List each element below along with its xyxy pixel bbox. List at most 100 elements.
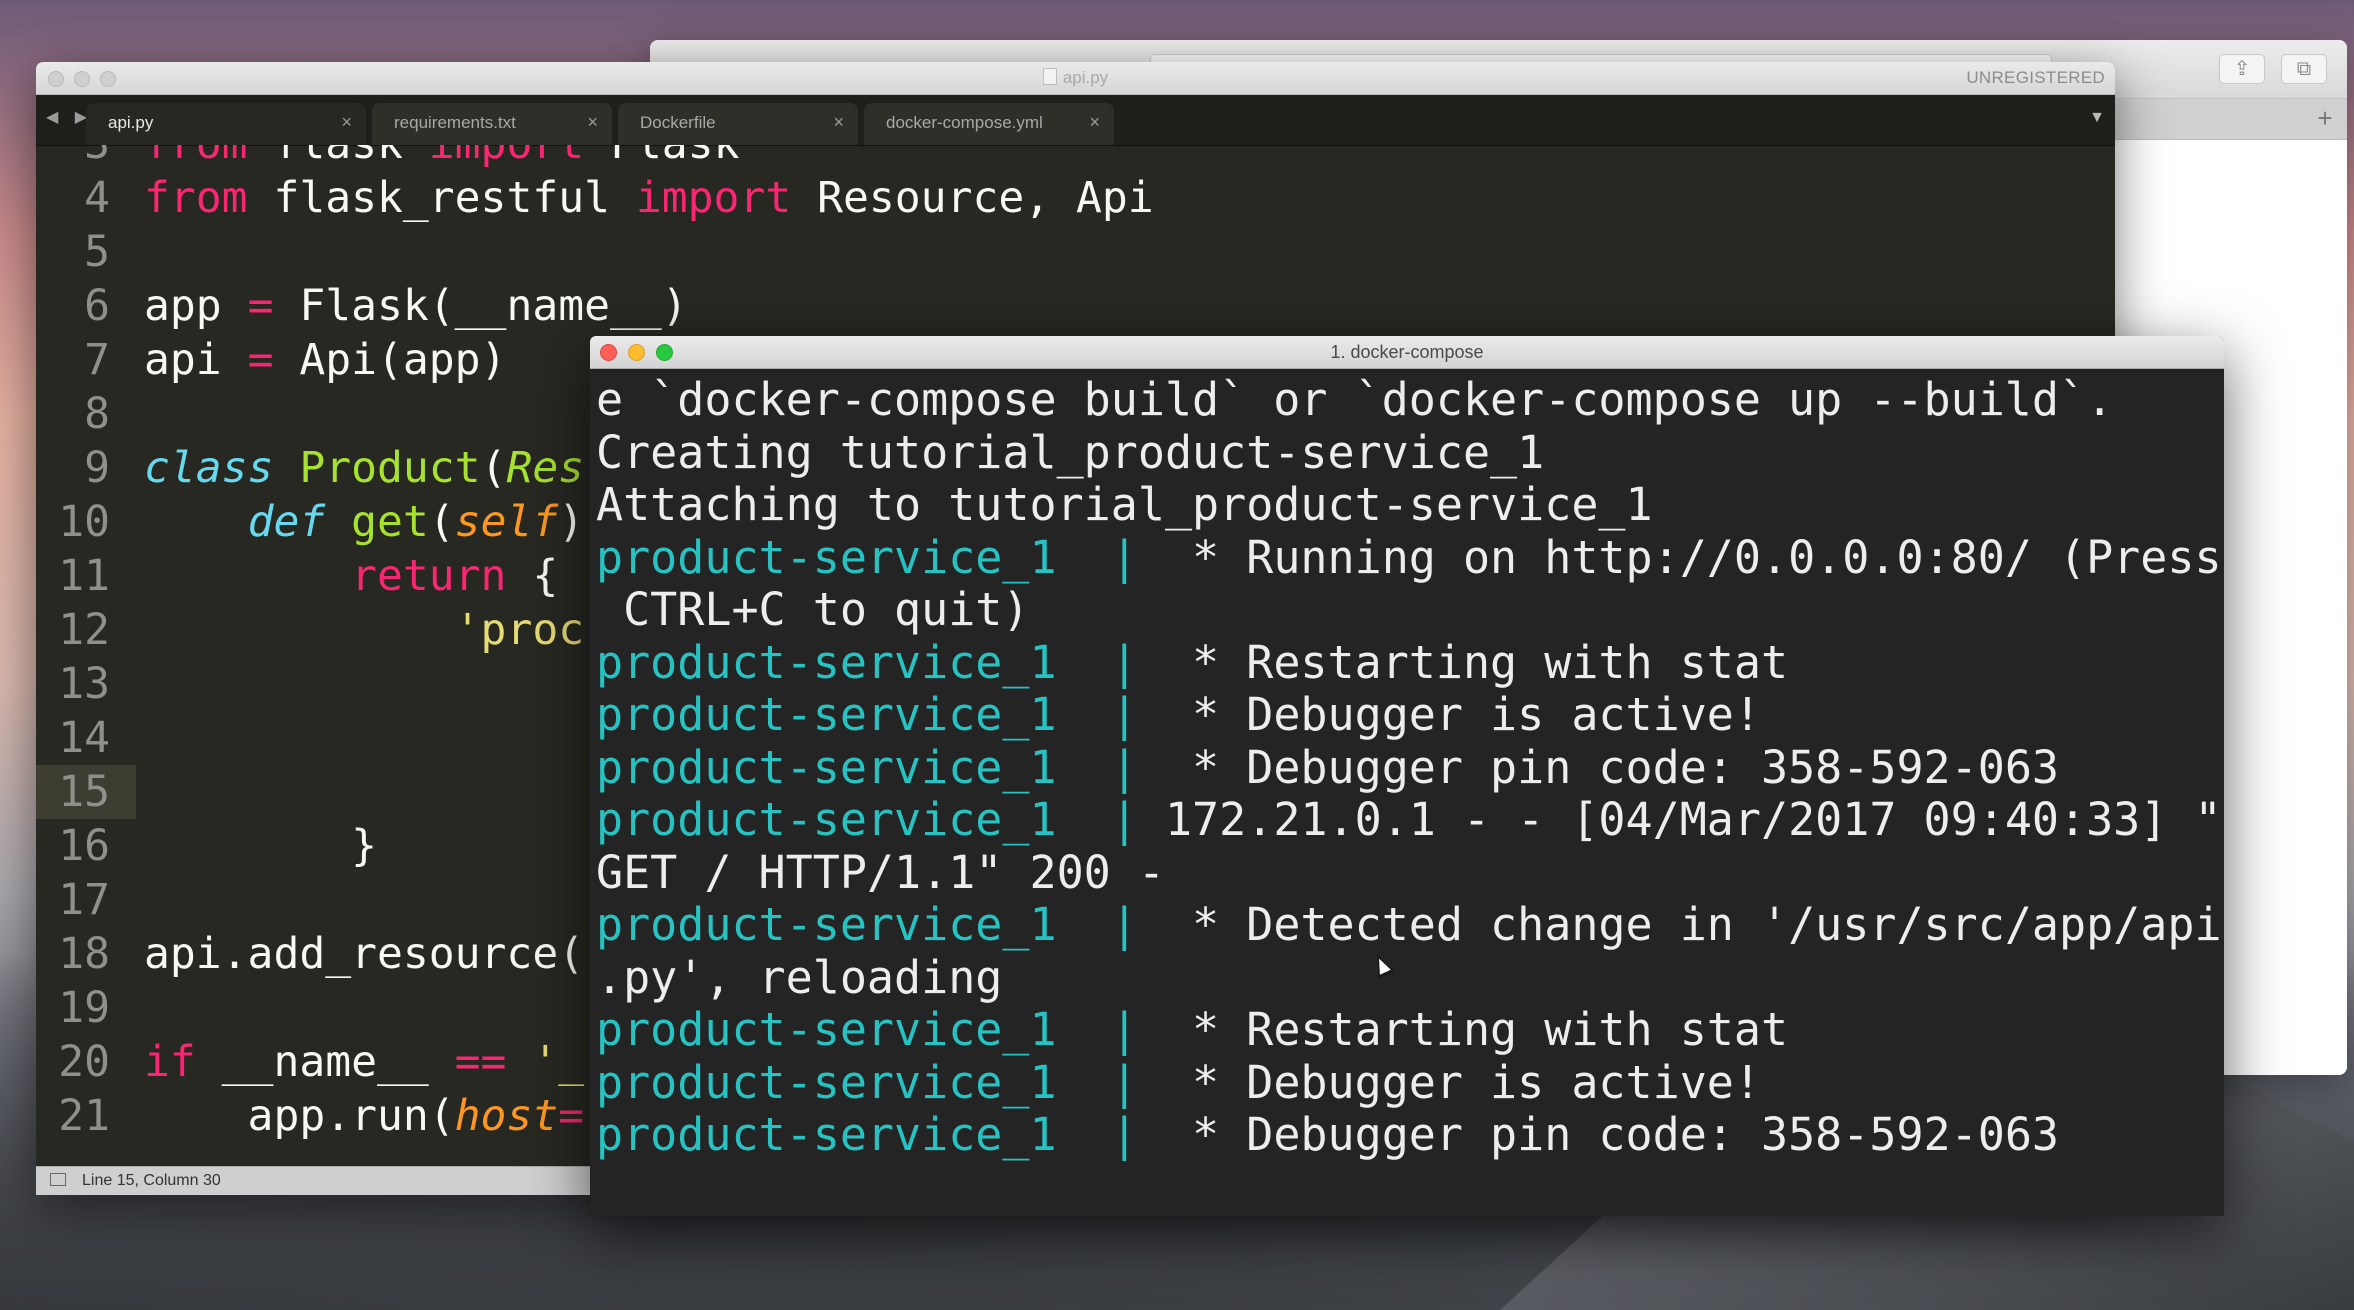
unregistered-badge: UNREGISTERED	[1966, 68, 2105, 87]
code-token: api.add_resource(	[144, 929, 585, 979]
code-token: Resource, Api	[791, 173, 1154, 223]
tab-docker-compose-yml[interactable]: docker-compose.yml ×	[864, 103, 1114, 145]
service-name: product-service_1	[596, 740, 1057, 794]
tab-api-py[interactable]: api.py ×	[86, 103, 366, 145]
tab-close-icon[interactable]: ×	[833, 112, 844, 133]
separator: |	[1056, 1108, 1193, 1161]
log-text: * Debugger pin code: 358-592-063	[1192, 1108, 2059, 1161]
terminal-line: product-service_1 | * Running on http://…	[596, 530, 2222, 584]
code-token: =	[558, 1091, 585, 1141]
tab-menu-chevron-icon[interactable]: ▼	[2089, 109, 2105, 127]
share-icon[interactable]: ⇪	[2219, 54, 2265, 84]
terminal-line: CTRL+C to quit)	[596, 584, 1029, 636]
document-icon	[1042, 68, 1057, 85]
log-text: CTRL+C to quit)	[596, 583, 1030, 636]
service-name: product-service_1	[596, 1003, 1057, 1056]
service-name: product-service_1	[596, 530, 1057, 584]
log-text: 172.21.0.1 - - [04/Mar/2017 09:40:33] "	[1164, 793, 2222, 846]
terminal-line: product-service_1 | 172.21.0.1 - - [04/M…	[596, 794, 2222, 846]
terminal-line: product-service_1 | * Debugger is active…	[596, 689, 1761, 741]
separator: |	[1056, 1003, 1193, 1056]
tab-dockerfile[interactable]: Dockerfile ×	[618, 103, 858, 145]
line-number: 18	[58, 929, 110, 979]
tab-close-icon[interactable]: ×	[1089, 112, 1100, 133]
terminal-window[interactable]: 1. docker-compose e `docker-compose buil…	[590, 336, 2224, 1216]
window-title-text: api.py	[1062, 68, 1109, 87]
line-number: 14	[58, 713, 110, 763]
line-number: 9	[84, 443, 110, 493]
tab-requirements-txt[interactable]: requirements.txt ×	[372, 103, 612, 145]
code-token: ==	[454, 1037, 507, 1087]
line-number: 12	[58, 605, 110, 655]
log-text: * Debugger pin code: 358-592-063	[1192, 740, 2059, 794]
log-text: * Restarting with stat	[1192, 635, 1789, 689]
panel-toggle-icon[interactable]	[50, 1173, 66, 1186]
code-token: {	[506, 551, 559, 601]
line-number: 10	[58, 497, 110, 547]
line-number: 4	[84, 173, 110, 223]
code-token: Flask	[584, 145, 739, 169]
code-token: =	[247, 335, 274, 385]
code-token: if	[144, 1037, 196, 1087]
terminal-output[interactable]: e `docker-compose build` or `docker-comp…	[596, 368, 2224, 1216]
code-token: return	[351, 551, 507, 601]
tabs-icon[interactable]: ⧉	[2281, 54, 2327, 84]
code-token: api	[144, 335, 248, 385]
code-token: Flask(__name__)	[273, 281, 688, 331]
tab-close-icon[interactable]: ×	[341, 112, 352, 133]
line-number: 15	[36, 765, 136, 819]
terminal-titlebar: 1. docker-compose	[590, 336, 2224, 369]
line-number: 6	[84, 281, 110, 331]
code-line: 6 app = Flask(__name__)	[36, 279, 2115, 333]
log-text: GET / HTTP/1.1" 200 -	[596, 845, 1165, 899]
code-token: '_	[506, 1037, 585, 1087]
service-name: product-service_1	[596, 1108, 1057, 1161]
service-name: product-service_1	[596, 688, 1057, 741]
separator: |	[1056, 635, 1193, 689]
line-number: 11	[58, 551, 110, 601]
log-text: * Running on http://0.0.0.0:80/ (Press	[1192, 530, 2222, 584]
code-token: import	[635, 173, 792, 223]
terminal-line: product-service_1 | * Debugger pin code:…	[596, 1109, 2059, 1161]
code-token: }	[144, 821, 377, 871]
log-text: .py', reloading	[596, 950, 1003, 1004]
code-token: (	[480, 443, 507, 493]
code-token: Res	[506, 443, 585, 493]
code-token: def	[247, 497, 326, 547]
service-name: product-service_1	[596, 635, 1057, 689]
log-text: Attaching to tutorial_product-service_1	[596, 478, 1653, 531]
new-tab-button[interactable]: +	[2309, 103, 2341, 133]
code-token: app.run(	[144, 1091, 455, 1141]
separator: |	[1056, 898, 1193, 951]
separator: |	[1056, 688, 1193, 741]
separator: |	[1056, 793, 1165, 846]
window-title: api.py	[36, 68, 2115, 88]
code-token: import	[429, 145, 584, 169]
terminal-line: product-service_1 | * Restarting with st…	[596, 635, 1789, 689]
editor-titlebar: api.py UNREGISTERED	[36, 62, 2115, 95]
code-token: flask_restful	[247, 173, 636, 223]
separator: |	[1056, 740, 1193, 794]
code-token: from	[144, 173, 248, 223]
code-line: 4 from flask_restful import Resource, Ap…	[36, 171, 2115, 225]
code-token: host	[454, 1091, 559, 1141]
code-token: class	[144, 443, 274, 493]
tab-label: api.py	[108, 113, 154, 132]
log-text: * Restarting with stat	[1192, 1003, 1789, 1056]
tab-close-icon[interactable]: ×	[587, 112, 598, 133]
code-token: flask	[248, 145, 429, 169]
code-token: 'proc	[454, 605, 585, 655]
line-number: 17	[58, 875, 110, 925]
code-token: )	[558, 497, 585, 547]
code-token: Product	[299, 443, 481, 493]
terminal-line: product-service_1 | * Debugger is active…	[596, 1056, 1761, 1109]
log-text: Creating tutorial_product-service_1	[596, 425, 1545, 479]
service-name: product-service_1	[596, 898, 1057, 951]
line-number: 3	[36, 145, 136, 171]
line-number: 16	[58, 821, 110, 871]
tab-label: docker-compose.yml	[886, 113, 1043, 132]
